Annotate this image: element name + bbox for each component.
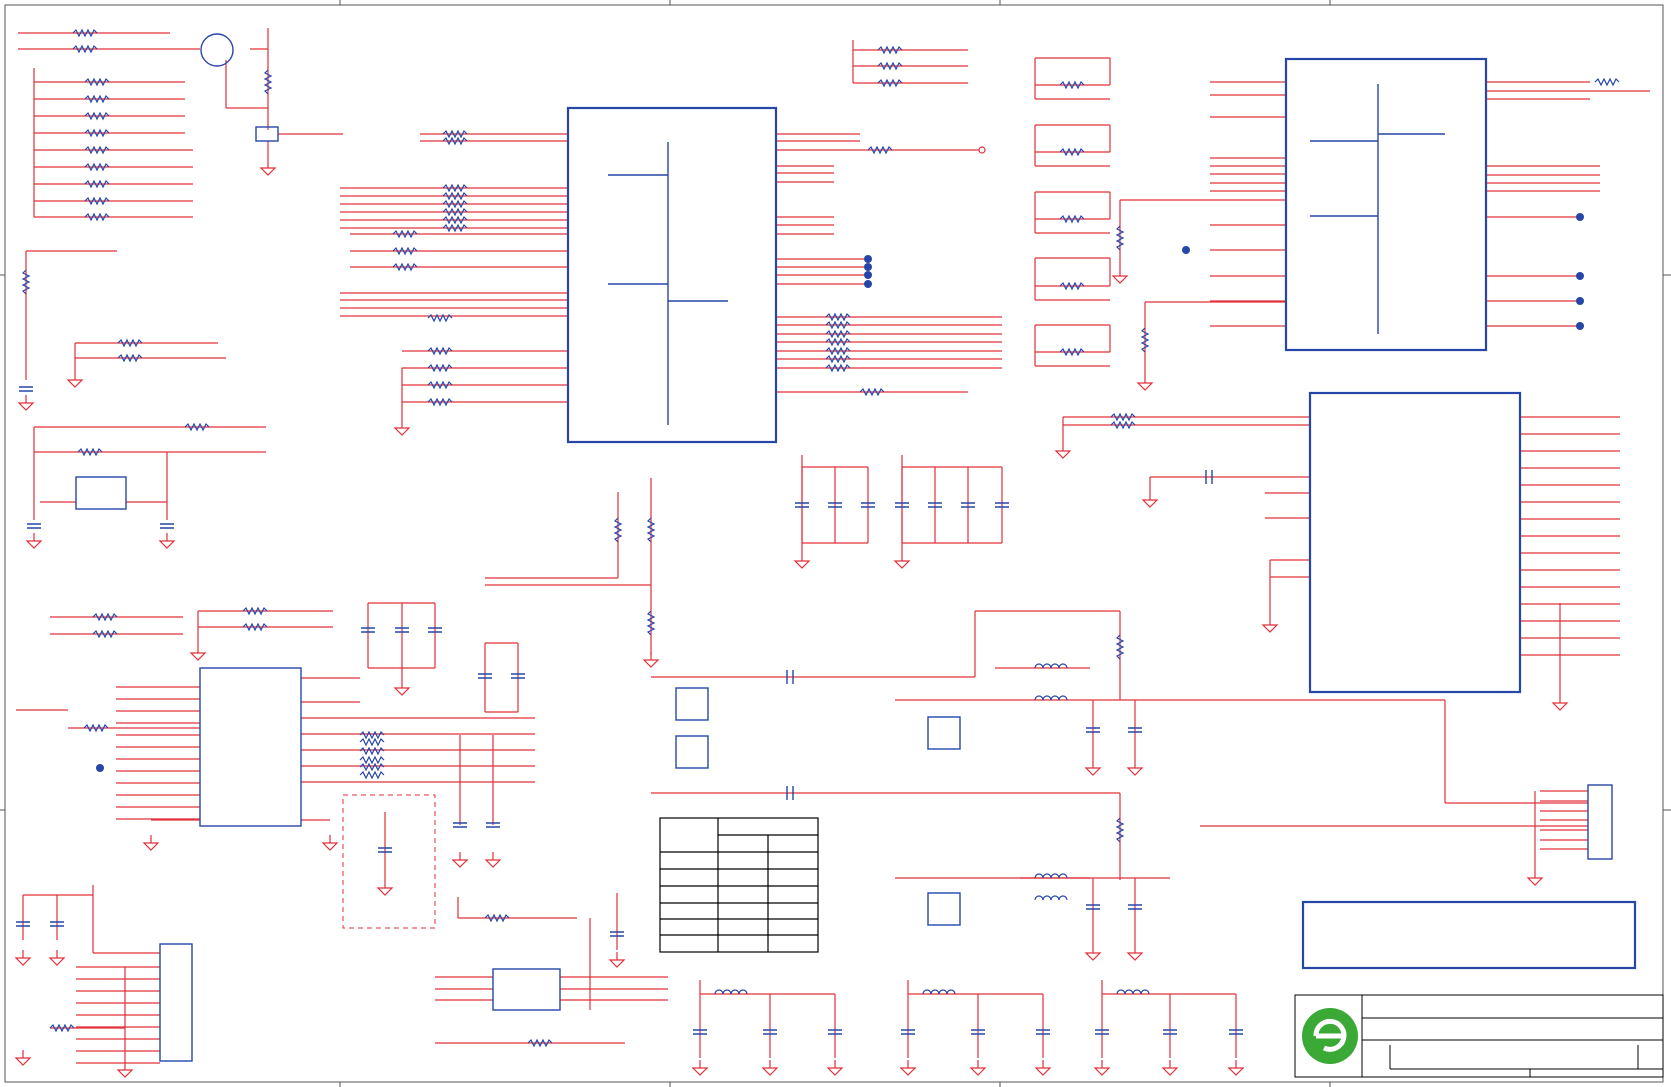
ground-icon	[1054, 443, 1072, 459]
ground-icon	[1126, 945, 1144, 961]
esd-diode	[675, 687, 709, 721]
ground-icon	[116, 1062, 134, 1078]
junction-dot	[1182, 246, 1190, 254]
header-j1	[159, 943, 193, 1062]
ground-icon	[761, 1060, 779, 1076]
ground-icon	[259, 160, 277, 176]
ground-icon	[321, 835, 339, 851]
ground-icon	[793, 553, 811, 569]
ground-icon	[642, 652, 660, 668]
junction-dot	[1576, 297, 1584, 305]
ic-u2	[1284, 57, 1488, 352]
header-j2	[1587, 784, 1613, 860]
schematic-drawing	[0, 0, 1671, 1087]
grid-table	[659, 817, 819, 953]
resistor	[359, 762, 385, 772]
regulator-box	[492, 968, 561, 1011]
ground-icon	[826, 1060, 844, 1076]
junction-dot	[864, 263, 872, 271]
ground-symbols	[14, 160, 1569, 1078]
resistor	[1594, 77, 1620, 87]
resistor	[359, 755, 385, 765]
junction-dot	[864, 280, 872, 288]
esd-diode	[927, 892, 961, 926]
resistor	[359, 737, 385, 747]
inductor	[1034, 895, 1068, 901]
ground-icon	[1161, 1060, 1179, 1076]
ground-icon	[608, 952, 626, 968]
schematic-sheet	[0, 0, 1671, 1087]
ground-icon	[393, 420, 411, 436]
esd-diode	[927, 716, 961, 750]
ground-icon	[1227, 1060, 1245, 1076]
mosfet-q1	[200, 33, 234, 67]
ground-icon	[691, 1060, 709, 1076]
component-layer	[16, 28, 1637, 1062]
test-point	[978, 146, 986, 154]
wire-layer	[16, 28, 1650, 1064]
esd-diode	[675, 735, 709, 769]
dashed-optional-region	[342, 794, 436, 929]
ground-icon	[1526, 870, 1544, 886]
ic-u4	[199, 667, 302, 827]
ground-icon	[393, 680, 411, 696]
ground-icon	[899, 1060, 917, 1076]
ground-icon	[142, 835, 160, 851]
junction-dot	[1576, 272, 1584, 280]
ground-icon	[66, 372, 84, 388]
ground-icon	[1141, 492, 1159, 508]
ground-icon	[1261, 617, 1279, 633]
junction-dot	[864, 255, 872, 263]
junction-dot	[1576, 322, 1584, 330]
ground-icon	[14, 950, 32, 966]
ground-icon	[969, 1060, 987, 1076]
resistor	[359, 746, 385, 756]
ground-icon	[893, 553, 911, 569]
ground-icon	[48, 950, 66, 966]
junction-dots	[96, 213, 1584, 772]
resistor	[359, 770, 385, 780]
ground-icon	[17, 395, 35, 411]
capacitor	[19, 386, 33, 392]
ground-icon	[451, 852, 469, 868]
circle-e-logo-icon	[1302, 1008, 1358, 1064]
ground-icon	[1084, 945, 1102, 961]
junction-dot	[96, 764, 104, 772]
junction-dot	[864, 271, 872, 279]
ground-icon	[158, 533, 176, 549]
note-box	[1301, 900, 1637, 970]
ground-icon	[376, 880, 394, 896]
ground-icon	[14, 1050, 32, 1066]
capacitor	[27, 523, 41, 529]
ground-icon	[1111, 268, 1129, 284]
ground-icon	[25, 533, 43, 549]
junction-dot	[1576, 213, 1584, 221]
ic-u1	[566, 106, 778, 444]
diode	[255, 126, 279, 142]
ic-u3	[1308, 391, 1522, 694]
ground-icon	[1084, 760, 1102, 776]
resistor	[359, 730, 385, 740]
ground-icon	[484, 852, 502, 868]
ground-icon	[1126, 760, 1144, 776]
ground-icon	[1093, 1060, 1111, 1076]
ground-icon	[189, 645, 207, 661]
ground-icon	[1034, 1060, 1052, 1076]
capacitor	[160, 523, 174, 529]
crystal-box	[75, 476, 127, 510]
ground-icon	[1551, 695, 1569, 711]
ground-icon	[1136, 375, 1154, 391]
